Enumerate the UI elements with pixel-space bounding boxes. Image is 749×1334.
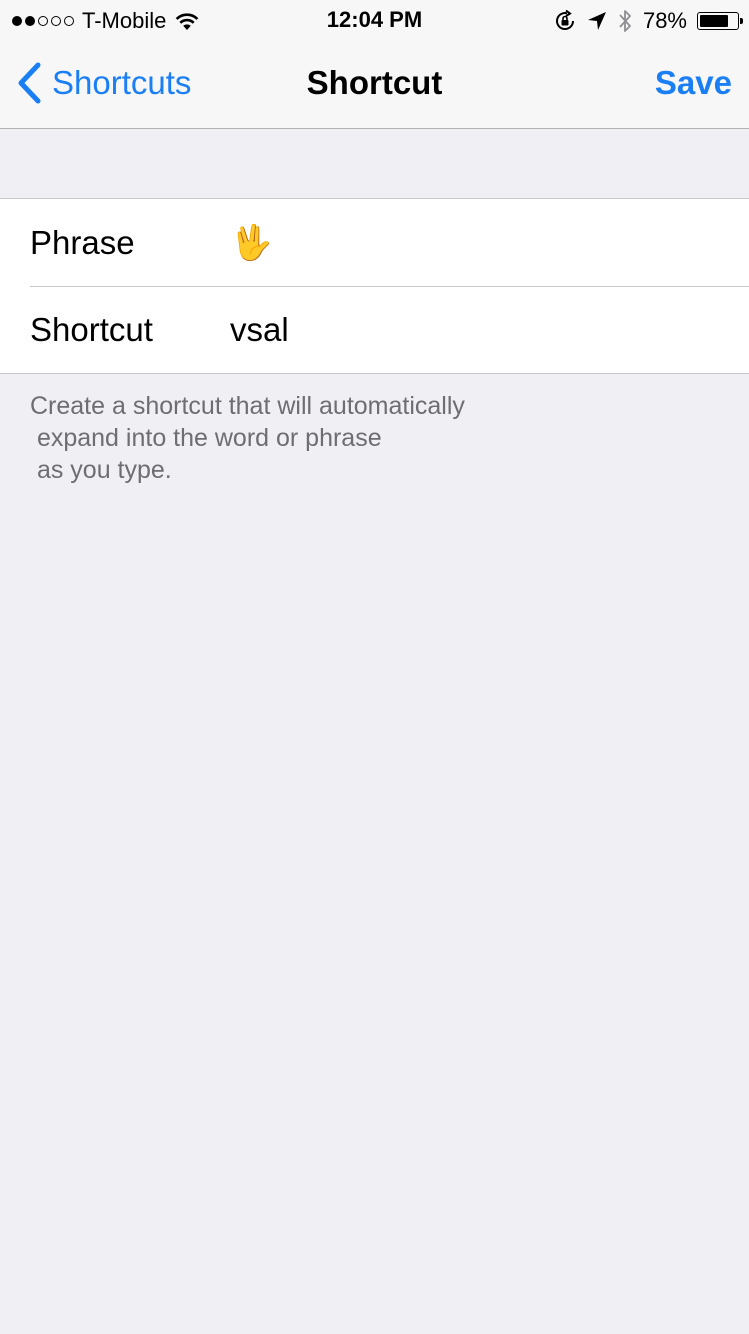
status-bar: T-Mobile 12:04 PM 78% (0, 0, 749, 40)
battery-tip (740, 18, 743, 24)
shortcut-label: Shortcut (30, 311, 153, 348)
phrase-row[interactable]: Phrase (0, 199, 749, 286)
shortcut-field[interactable] (230, 306, 730, 354)
page-title: Shortcut (306, 64, 443, 101)
battery-percent: 78% (642, 8, 687, 33)
help-text: Create a shortcut that will automaticall… (30, 392, 465, 484)
orientation-lock-icon (555, 9, 574, 30)
save-button[interactable]: Save (655, 64, 732, 102)
location-arrow-icon (587, 12, 606, 30)
phrase-label: Phrase (30, 224, 135, 261)
shortcut-row[interactable]: Shortcut (0, 286, 749, 373)
bluetooth-icon (619, 10, 631, 32)
status-right: 78% (553, 8, 743, 34)
phrase-field[interactable] (230, 219, 730, 267)
shortcut-form: Phrase Shortcut (0, 198, 749, 374)
battery-icon (697, 12, 743, 30)
battery-fill (700, 15, 729, 27)
navigation-bar: Shortcuts Shortcut Save (0, 40, 749, 129)
